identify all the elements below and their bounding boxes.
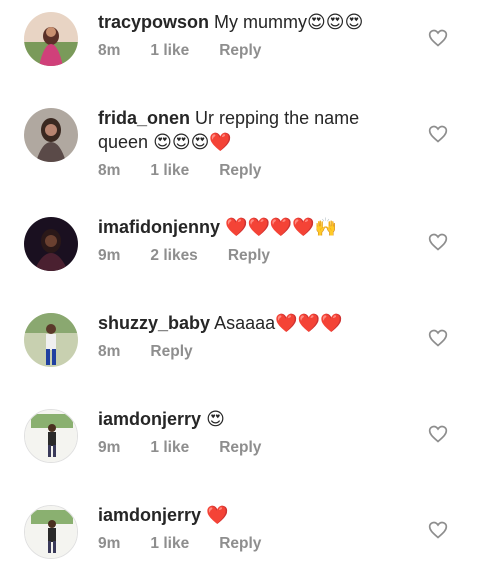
comment-emoji: ❤️ [206, 505, 229, 526]
comment-timestamp: 8m [98, 42, 121, 59]
like-count[interactable]: 2 likes [150, 246, 197, 266]
comment-username[interactable]: shuzzy_baby [98, 313, 210, 333]
reply-button[interactable]: Reply [228, 246, 270, 266]
comment-timestamp: 9m [98, 247, 121, 264]
comment-username[interactable]: iamdonjerry [98, 505, 201, 525]
like-count[interactable]: 1 like [150, 534, 189, 554]
avatar[interactable] [24, 505, 78, 559]
like-button[interactable] [428, 232, 448, 252]
like-button[interactable] [428, 28, 448, 48]
comment-emoji: 😍😍😍❤️ [153, 132, 232, 153]
avatar[interactable] [24, 217, 78, 271]
like-button[interactable] [428, 124, 448, 144]
reply-button[interactable]: Reply [219, 534, 261, 554]
reply-button[interactable]: Reply [219, 41, 261, 61]
comment-emoji: ❤️❤️❤️ [275, 313, 343, 334]
comment-text: Asaaaa [214, 313, 276, 333]
like-count[interactable]: 1 like [150, 438, 189, 458]
avatar[interactable] [24, 12, 78, 66]
avatar[interactable] [24, 108, 78, 162]
like-count[interactable]: 1 like [150, 41, 189, 61]
comment-username[interactable]: iamdonjerry [98, 409, 201, 429]
heart-outline-icon [428, 329, 448, 347]
like-button[interactable] [428, 424, 448, 444]
heart-outline-icon [428, 521, 448, 539]
comment-username[interactable]: imafidonjenny [98, 217, 220, 237]
reply-button[interactable]: Reply [219, 161, 261, 181]
like-count[interactable]: 1 like [150, 161, 189, 181]
avatar[interactable] [24, 313, 78, 367]
comment-timestamp: 9m [98, 535, 121, 552]
heart-outline-icon [428, 233, 448, 251]
reply-button[interactable]: Reply [219, 438, 261, 458]
heart-outline-icon [428, 125, 448, 143]
comment-emoji: 😍 [206, 409, 225, 430]
comment-timestamp: 8m [98, 343, 121, 360]
avatar[interactable] [24, 409, 78, 463]
comment-username[interactable]: frida_onen [98, 108, 190, 128]
comment-timestamp: 9m [98, 439, 121, 456]
comment-timestamp: 8m [98, 162, 121, 179]
comment-username[interactable]: tracypowson [98, 12, 209, 32]
comment-emoji: 😍😍😍 [307, 12, 364, 33]
heart-outline-icon [428, 29, 448, 47]
like-button[interactable] [428, 328, 448, 348]
like-button[interactable] [428, 520, 448, 540]
heart-outline-icon [428, 425, 448, 443]
comment-text: My mummy [214, 12, 308, 32]
comment-emoji: ❤️❤️❤️❤️🙌 [225, 217, 338, 238]
reply-button[interactable]: Reply [150, 342, 192, 362]
